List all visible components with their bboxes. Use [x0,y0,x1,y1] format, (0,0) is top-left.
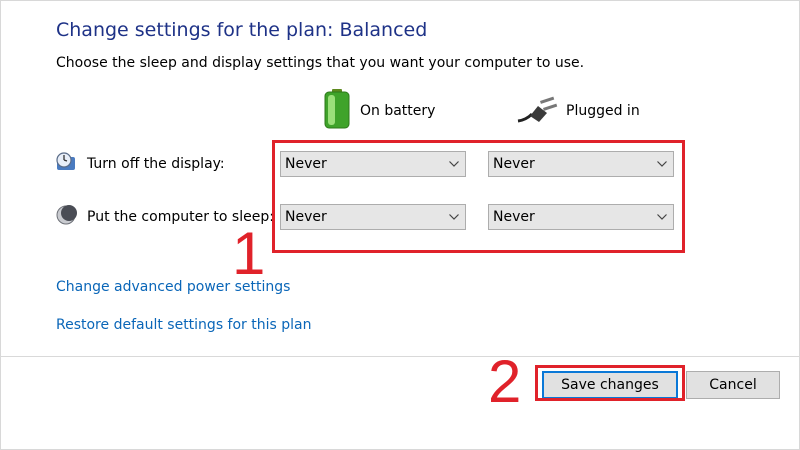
restore-defaults-link[interactable]: Restore default settings for this plan [56,317,312,333]
annotation-box-2 [535,365,685,401]
column-header-battery: On battery [322,88,436,134]
row-label-display: Turn off the display: [87,156,225,172]
row-display: Turn off the display: [55,151,225,177]
sleep-moon-icon [55,204,77,230]
annotation-number-2: 2 [488,348,522,415]
page-title: Change settings for the plan: Balanced [56,19,428,41]
column-header-plugged: Plugged in [516,90,640,132]
annotation-number-1: 1 [232,220,266,287]
column-label-battery: On battery [360,103,436,119]
power-plug-icon [516,94,558,128]
display-timer-icon [55,151,77,177]
advanced-settings-link[interactable]: Change advanced power settings [56,279,290,295]
cancel-button[interactable]: Cancel [686,371,780,399]
divider [0,356,800,357]
annotation-box-1 [272,140,685,253]
page-subtitle: Choose the sleep and display settings th… [56,55,585,71]
battery-icon [322,88,352,134]
column-label-plugged: Plugged in [566,103,640,119]
